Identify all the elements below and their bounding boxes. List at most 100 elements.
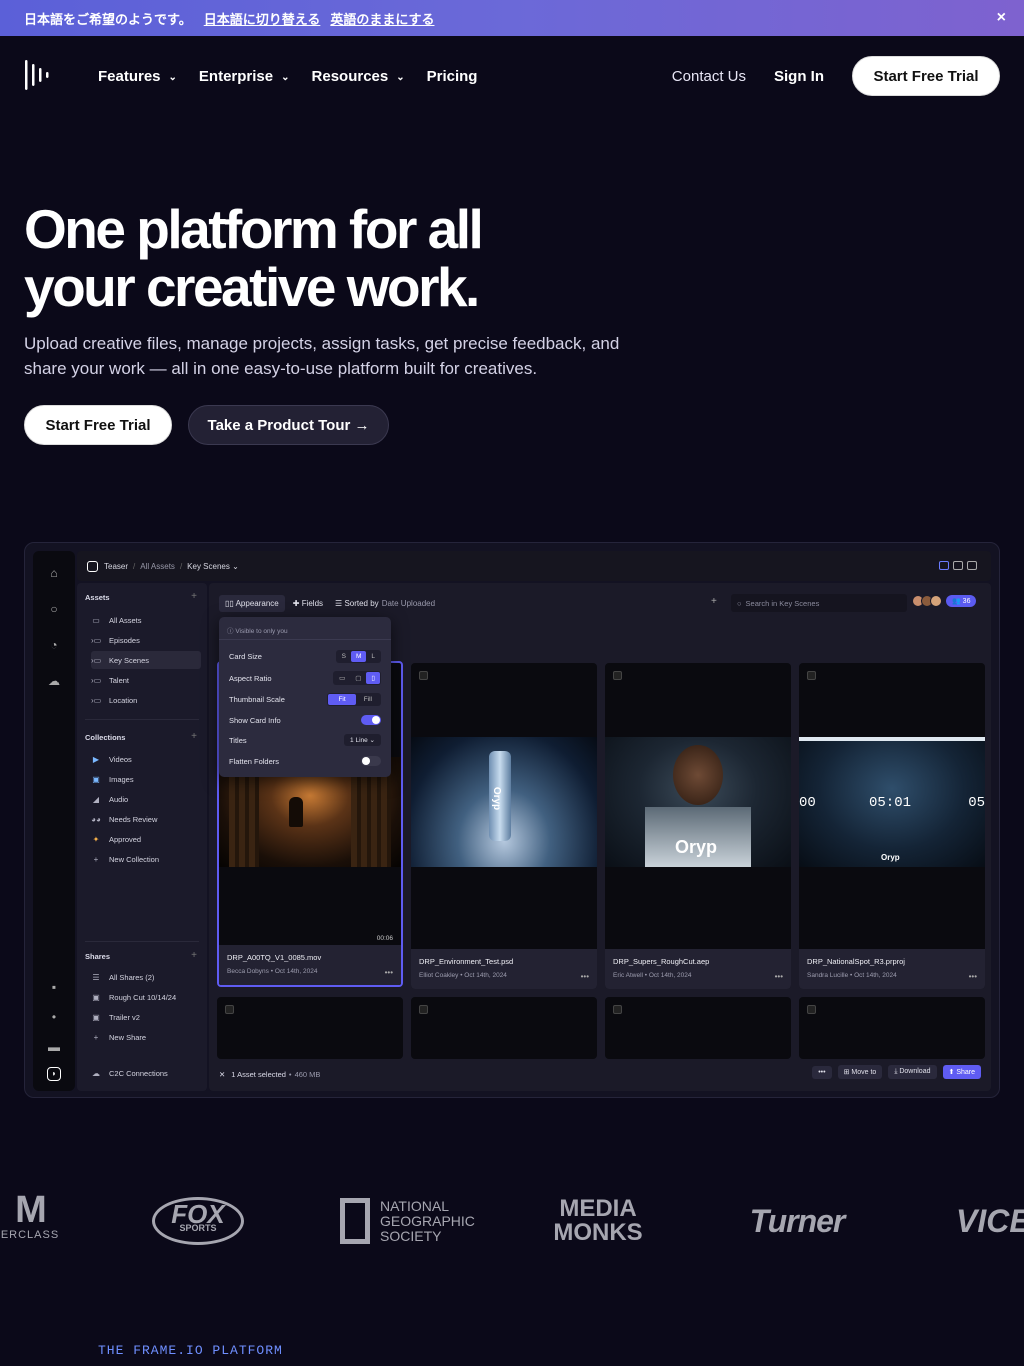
more-actions-button[interactable]: •••	[812, 1065, 832, 1079]
sort-button[interactable]: ☰ Sorted by Date Uploaded	[335, 599, 435, 608]
move-to-button[interactable]: ⊞ Move to	[837, 1065, 883, 1079]
show-card-info-toggle[interactable]	[361, 715, 381, 725]
sidebar-item-new-collection[interactable]: + New Collection	[91, 850, 201, 868]
keyboard-icon[interactable]: ▬	[46, 1039, 62, 1055]
keep-english-link[interactable]: 英語のままにする	[330, 9, 434, 28]
portrait-icon: ▯	[366, 672, 380, 684]
select-checkbox[interactable]	[613, 1005, 622, 1014]
asset-name: DRP_NationalSpot_R3.prproj	[807, 957, 905, 966]
add-share-icon[interactable]: +	[191, 950, 197, 961]
nav-pricing[interactable]: Pricing	[427, 68, 478, 85]
sidebar-item-all-shares[interactable]: ☰ All Shares (2)	[91, 968, 201, 986]
add-asset-icon[interactable]: +	[191, 591, 197, 602]
hero-title-line1: One platform for all	[24, 198, 484, 260]
duration-label: 00:06	[376, 935, 393, 942]
add-icon[interactable]: +	[711, 596, 717, 607]
sidebar-item-approved[interactable]: ✦ Approved	[91, 830, 201, 848]
audio-icon: ◢	[92, 794, 100, 804]
thumbnail-scale-segmented[interactable]: Fit Fill	[327, 692, 381, 706]
select-checkbox[interactable]	[613, 671, 622, 680]
asset-card[interactable]	[217, 997, 403, 1059]
bell-icon[interactable]: ◔	[46, 637, 62, 653]
close-icon[interactable]: ×	[997, 9, 1006, 27]
select-checkbox[interactable]	[225, 1005, 234, 1014]
breadcrumb-current[interactable]: Key Scenes ⌄	[187, 562, 239, 571]
hero-title-line2: your creative work.	[24, 256, 480, 318]
breadcrumb-project[interactable]: Teaser	[104, 562, 128, 571]
cloud-icon: ☁	[92, 1068, 100, 1078]
selection-size: 460 MB	[294, 1069, 321, 1079]
select-checkbox[interactable]	[807, 1005, 816, 1014]
asset-card[interactable]	[605, 997, 791, 1059]
flatten-folders-toggle[interactable]	[361, 756, 381, 766]
sidebar-item-videos[interactable]: ▶ Videos	[91, 750, 201, 768]
list-icon: ☰	[92, 972, 100, 982]
search-icon[interactable]: ○	[46, 601, 62, 617]
sidebar-item-episodes[interactable]: ›▭ Episodes	[91, 631, 201, 649]
product-tour-button[interactable]: Take a Product Tour →	[188, 405, 389, 445]
asset-card[interactable]	[411, 997, 597, 1059]
asset-card[interactable]: Oryp DRP_Environment_Test.psd Elliot Coa…	[411, 663, 597, 989]
sidebar-item-images[interactable]: ▣ Images	[91, 770, 201, 788]
sidebar-item-c2c[interactable]: ☁ C2C Connections	[91, 1064, 201, 1082]
image-icon: ▣	[92, 774, 100, 784]
nav-features[interactable]: Features ⌄	[98, 68, 177, 85]
fields-button[interactable]: ✚ Fields	[293, 599, 323, 608]
card-size-label: Card Size	[229, 651, 262, 661]
nav-resources[interactable]: Resources ⌄	[312, 68, 405, 85]
search-input[interactable]: ○ Search in Key Scenes	[731, 594, 907, 612]
sidebar-item-location[interactable]: ›▭ Location	[91, 691, 201, 709]
start-trial-button[interactable]: Start Free Trial	[852, 56, 1000, 96]
more-icon[interactable]: •••	[385, 968, 393, 977]
more-icon[interactable]: •••	[969, 972, 977, 981]
sidebar-item-new-share[interactable]: + New Share	[91, 1028, 201, 1046]
sidebar-item-talent[interactable]: ›▭ Talent	[91, 671, 201, 689]
party-icon: ✦	[92, 834, 100, 844]
titles-select[interactable]: 1 Line ⌄	[344, 734, 381, 746]
asset-card[interactable]: Oryp DRP_Supers_RoughCut.aep Eric Atwell…	[605, 663, 791, 989]
home-icon[interactable]: ⌂	[46, 565, 62, 581]
frameio-logo[interactable]	[24, 58, 54, 92]
upload-icon[interactable]: ☁	[46, 673, 62, 689]
more-icon[interactable]: •••	[581, 972, 589, 981]
hero-trial-button[interactable]: Start Free Trial	[24, 405, 172, 445]
masterclass-logo: M ERCLASS	[0, 1189, 60, 1241]
contact-us-link[interactable]: Contact Us	[672, 68, 746, 85]
close-selection-icon[interactable]: ✕	[219, 1070, 225, 1079]
sidebar-item-key-scenes[interactable]: ›▭ Key Scenes	[91, 651, 201, 669]
select-checkbox[interactable]	[419, 1005, 428, 1014]
asset-card[interactable]: 00 05:01 05 Oryp DRP_NationalSpot_R3.prp…	[799, 663, 985, 989]
chevron-down-icon: ⌄	[396, 71, 405, 83]
card-size-segmented[interactable]: SML	[335, 649, 381, 663]
flatten-folders-label: Flatten Folders	[229, 756, 280, 766]
switch-language-link[interactable]: 日本語に切り替える	[204, 9, 321, 28]
download-button[interactable]: ⤓ Download	[888, 1065, 937, 1079]
thumbnail-scale-label: Thumbnail Scale	[229, 694, 285, 704]
chat-icon[interactable]: ▪	[46, 979, 62, 995]
more-icon[interactable]: •••	[775, 972, 783, 981]
shares-header: Shares	[85, 952, 111, 961]
sidebar-item-audio[interactable]: ◢ Audio	[91, 790, 201, 808]
product-label: Oryp	[675, 837, 718, 857]
add-collection-icon[interactable]: +	[191, 731, 197, 742]
select-checkbox[interactable]	[419, 671, 428, 680]
sidebar-item-rough-cut[interactable]: ▣ Rough Cut 10/14/24	[91, 988, 201, 1006]
folder-icon: ›▭	[91, 675, 102, 685]
select-checkbox[interactable]	[807, 671, 816, 680]
sidebar-item-needs-review[interactable]: ◕◕ Needs Review	[91, 810, 201, 828]
sidebar-item-all-assets[interactable]: ▭ All Assets	[91, 611, 201, 629]
avatar-group[interactable]: 👥 36	[912, 595, 977, 607]
breadcrumb-root[interactable]: All Assets	[140, 562, 175, 571]
timecode-right: 05	[968, 795, 985, 811]
share-button[interactable]: ⬆ Share	[942, 1065, 981, 1079]
appearance-button[interactable]: ▯▯ Appearance	[219, 594, 285, 612]
sidebar-item-trailer[interactable]: ▣ Trailer v2	[91, 1008, 201, 1026]
asset-card[interactable]	[799, 997, 985, 1059]
bulb-icon[interactable]: •	[46, 1009, 62, 1025]
aspect-ratio-segmented[interactable]: ▭ ▢ ▯	[333, 671, 381, 685]
layout-toggle-icons[interactable]	[939, 561, 977, 570]
member-count-badge: 👥 36	[946, 595, 977, 607]
nav-enterprise[interactable]: Enterprise ⌄	[199, 68, 290, 85]
account-icon[interactable]: ◗	[47, 1067, 61, 1081]
sign-in-link[interactable]: Sign In	[774, 68, 824, 85]
